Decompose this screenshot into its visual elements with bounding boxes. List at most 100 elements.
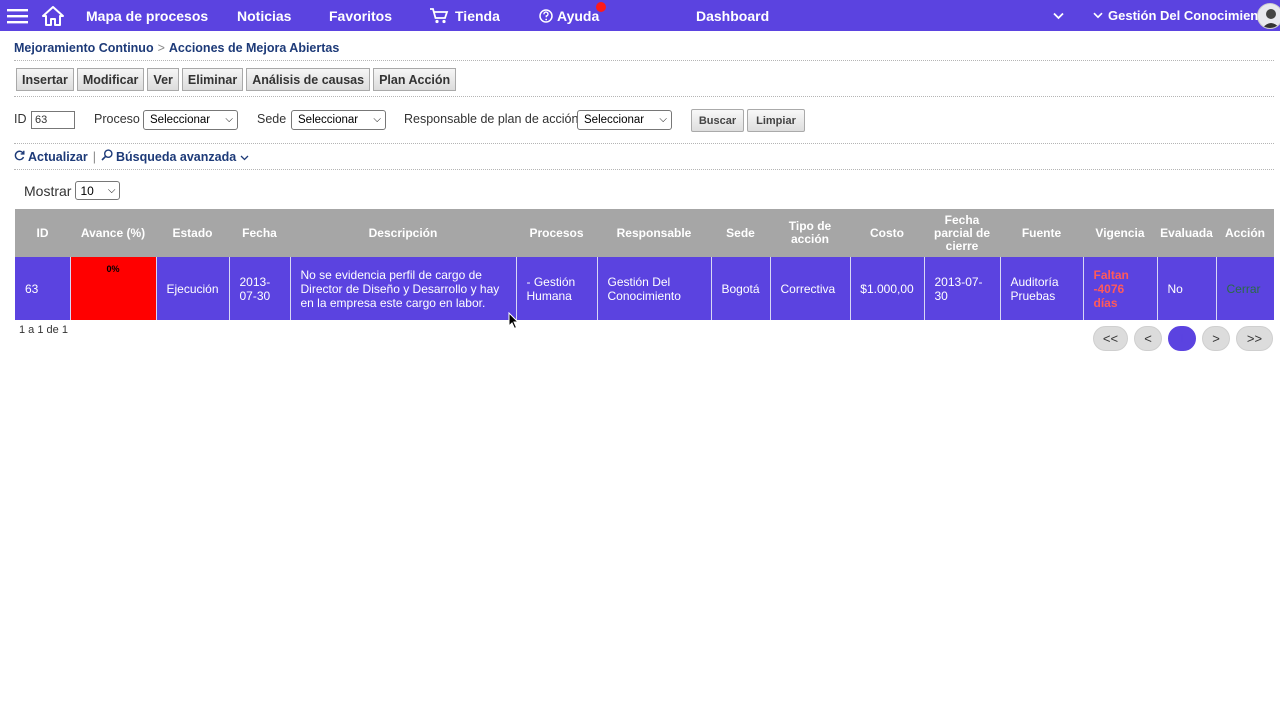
breadcrumb-item-mejoramiento[interactable]: Mejoramiento Continuo xyxy=(14,41,154,55)
divider xyxy=(14,143,1274,144)
pagination: << < 1 > >> xyxy=(1093,326,1273,351)
responsable-select[interactable]: Seleccionar ⌵ xyxy=(577,110,672,130)
responsable-label: Responsable de plan de acción xyxy=(404,112,579,126)
breadcrumb: Mejoramiento Continuo > Acciones de Mejora… xyxy=(14,41,339,55)
nav-tienda[interactable]: Tienda xyxy=(429,0,500,31)
column-header[interactable]: Fecha xyxy=(229,209,290,257)
responsable-select-value: Seleccionar xyxy=(584,114,645,126)
plan-accion-button[interactable]: Plan Acción xyxy=(373,68,457,91)
mouse-cursor-icon xyxy=(508,311,520,335)
cell-fecha-cierre: 2013-07-30 xyxy=(923,257,1000,320)
user-menu[interactable]: Gestión Del Conocimiento xyxy=(1093,0,1271,31)
column-header[interactable]: Descripción xyxy=(290,209,516,257)
id-label: ID xyxy=(14,112,27,126)
nav-dashboard[interactable]: Dashboard xyxy=(696,0,769,31)
column-header[interactable]: Acción xyxy=(1216,209,1274,257)
cell-estado: Ejecución xyxy=(155,257,229,320)
notification-dot-icon xyxy=(596,2,606,12)
table-header-row: ID Avance (%) Estado Fecha Descripción P… xyxy=(15,209,1274,257)
id-input[interactable]: 63 xyxy=(31,111,75,129)
column-header[interactable]: Procesos xyxy=(516,209,597,257)
cell-costo: $1.000,00 xyxy=(849,257,924,320)
column-header[interactable]: Costo xyxy=(850,209,924,257)
nav-noticias[interactable]: Noticias xyxy=(237,0,291,31)
limpiar-button[interactable]: Limpiar xyxy=(747,109,805,132)
column-header[interactable]: Responsable xyxy=(597,209,711,257)
search-icon[interactable] xyxy=(101,149,113,164)
filter-bar: ID 63 Proceso Seleccionar ⌵ Sede Selecci… xyxy=(14,109,814,132)
nav-item-label: Mapa de procesos xyxy=(86,7,209,24)
chevron-down-icon[interactable] xyxy=(1053,0,1064,31)
analisis-causas-button[interactable]: Análisis de causas xyxy=(246,68,371,91)
actualizar-link[interactable]: Actualizar xyxy=(28,150,88,164)
chevron-down-icon: ⌵ xyxy=(373,114,381,125)
page-size-control: Mostrar 10 ⌵ xyxy=(24,181,121,200)
column-header[interactable]: Tipo de acción xyxy=(770,209,850,257)
link-separator: | xyxy=(92,149,96,164)
sede-label: Sede xyxy=(257,112,287,126)
proceso-select[interactable]: Seleccionar ⌵ xyxy=(143,110,238,130)
chevron-down-icon: ⌵ xyxy=(107,185,116,196)
avatar[interactable] xyxy=(1257,3,1280,29)
cell-evaluada: No xyxy=(1156,257,1216,320)
insertar-button[interactable]: Insertar xyxy=(16,68,74,91)
proceso-select-value: Seleccionar xyxy=(150,114,211,126)
cart-icon xyxy=(429,7,449,24)
acciones-table: ID Avance (%) Estado Fecha Descripción P… xyxy=(15,209,1274,320)
nav-item-label: Favoritos xyxy=(329,7,393,24)
chevron-down-icon: ⌵ xyxy=(659,114,667,125)
cell-fecha: 2013-07-30 xyxy=(228,257,290,320)
page-size-select[interactable]: 10 ⌵ xyxy=(75,181,121,200)
page-1-button[interactable]: 1 xyxy=(1168,326,1196,351)
help-icon xyxy=(539,8,553,23)
chevron-down-icon xyxy=(1093,12,1103,19)
ver-button[interactable]: Ver xyxy=(147,68,179,91)
sede-select-value: Seleccionar xyxy=(298,114,359,126)
column-header[interactable]: Evaluada xyxy=(1157,209,1216,257)
breadcrumb-item-acciones[interactable]: Acciones de Mejora Abiertas xyxy=(169,41,339,55)
column-header[interactable]: Fuente xyxy=(1000,209,1083,257)
chevron-down-icon[interactable] xyxy=(240,150,249,164)
nav-item-label: Noticias xyxy=(237,7,292,24)
divider xyxy=(14,169,1274,170)
home-icon[interactable] xyxy=(42,0,64,31)
chevron-down-icon: ⌵ xyxy=(225,114,233,125)
column-header[interactable]: Fecha parcial de cierre xyxy=(924,209,1000,257)
eliminar-button[interactable]: Eliminar xyxy=(181,68,244,91)
nav-mapa-procesos[interactable]: Mapa de procesos xyxy=(86,0,208,31)
cell-avance: 0% xyxy=(69,257,156,320)
pagination-info: 1 a 1 de 1 xyxy=(19,324,68,336)
action-toolbar: Insertar Modificar Ver Eliminar Análisis… xyxy=(16,68,457,91)
column-header[interactable]: Sede xyxy=(711,209,770,257)
last-page-button[interactable]: >> xyxy=(1236,326,1273,351)
column-header[interactable]: Estado xyxy=(156,209,229,257)
options-links: Actualizar | Búsqueda avanzada xyxy=(14,149,249,164)
top-navbar: Mapa de procesos Noticias Favoritos Tien… xyxy=(0,0,1280,31)
menu-icon[interactable] xyxy=(7,0,28,31)
column-header[interactable]: Avance (%) xyxy=(70,209,156,257)
prev-page-button[interactable]: < xyxy=(1134,326,1162,351)
nav-item-label: Tienda xyxy=(455,7,500,24)
next-page-button[interactable]: > xyxy=(1202,326,1230,351)
cell-procesos: - Gestión Humana xyxy=(515,257,597,320)
refresh-icon[interactable] xyxy=(14,150,25,164)
cell-descripcion: No se evidencia perfil de cargo de Direc… xyxy=(289,257,516,320)
divider xyxy=(14,96,1274,97)
mostrar-label: Mostrar xyxy=(24,182,72,199)
cell-fuente: Auditoría Pruebas xyxy=(999,257,1083,320)
sede-select[interactable]: Seleccionar ⌵ xyxy=(291,110,386,130)
cell-tipo-accion: Correctiva xyxy=(769,257,850,320)
buscar-button[interactable]: Buscar xyxy=(691,109,744,132)
column-header[interactable]: ID xyxy=(15,209,70,257)
nav-favoritos[interactable]: Favoritos xyxy=(329,0,392,31)
column-header[interactable]: Vigencia xyxy=(1083,209,1157,257)
first-page-button[interactable]: << xyxy=(1093,326,1128,351)
cell-id: 63 xyxy=(15,257,70,320)
nav-ayuda[interactable]: Ayuda xyxy=(539,0,599,31)
nav-item-label: Ayuda xyxy=(557,7,600,24)
breadcrumb-separator: > xyxy=(157,41,165,55)
busqueda-avanzada-link[interactable]: Búsqueda avanzada xyxy=(116,150,236,164)
table-row[interactable]: 63 0% Ejecución 2013-07-30 No se evidenc… xyxy=(15,257,1274,320)
modificar-button[interactable]: Modificar xyxy=(76,68,145,91)
cerrar-link[interactable]: Cerrar xyxy=(1215,257,1274,320)
